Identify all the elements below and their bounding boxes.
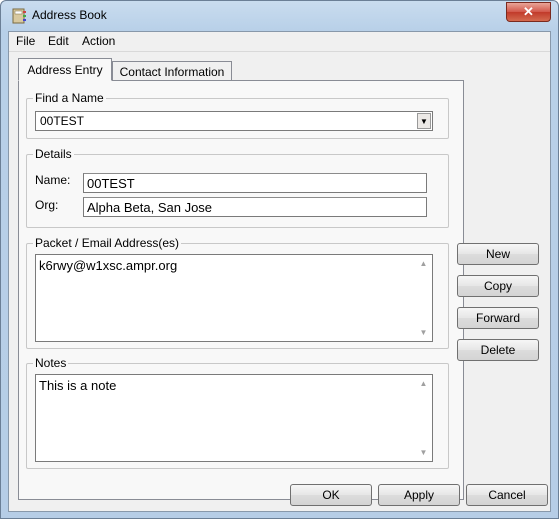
find-name-group: Find a Name 00TEST ▼ <box>26 91 449 139</box>
find-name-value: 00TEST <box>40 114 85 128</box>
notes-textarea[interactable]: This is a note ▲ ▼ <box>35 374 433 462</box>
packet-email-textarea[interactable]: k6rwy@w1xsc.ampr.org ▲ ▼ <box>35 254 433 342</box>
packet-email-group: Packet / Email Address(es) k6rwy@w1xsc.a… <box>26 236 449 349</box>
menu-action[interactable]: Action <box>82 34 115 48</box>
chevron-down-icon[interactable]: ▼ <box>417 113 431 129</box>
packet-scrollbar[interactable]: ▲ ▼ <box>416 256 431 340</box>
menu-file[interactable]: File <box>16 34 35 48</box>
notes-value: This is a note <box>39 378 117 393</box>
notes-group: Notes This is a note ▲ ▼ <box>26 356 449 469</box>
details-group: Details Name: 00TEST Org: Alpha Beta, Sa… <box>26 147 449 228</box>
packet-email-legend: Packet / Email Address(es) <box>33 236 182 250</box>
cancel-button[interactable]: Cancel <box>466 484 548 506</box>
org-label: Org: <box>35 198 59 212</box>
scroll-up-icon[interactable]: ▲ <box>418 258 429 269</box>
notes-scrollbar[interactable]: ▲ ▼ <box>416 376 431 460</box>
find-name-combobox[interactable]: 00TEST ▼ <box>35 111 433 131</box>
tab-label: Address Entry <box>27 62 103 77</box>
scroll-down-icon[interactable]: ▼ <box>418 447 429 458</box>
name-field-value: 00TEST <box>87 176 135 191</box>
close-button[interactable]: ✕ <box>506 2 551 22</box>
notes-legend: Notes <box>33 356 69 370</box>
org-field[interactable]: Alpha Beta, San Jose <box>83 197 427 217</box>
details-legend: Details <box>33 147 74 161</box>
tab-contact-information[interactable]: Contact Information <box>112 61 232 81</box>
menu-edit[interactable]: Edit <box>48 34 69 48</box>
scroll-up-icon[interactable]: ▲ <box>418 378 429 389</box>
address-book-icon <box>12 8 26 24</box>
org-field-value: Alpha Beta, San Jose <box>87 200 213 215</box>
menu-bar: File Edit Action <box>9 32 550 52</box>
client-area: File Edit Action Contact Information Fin… <box>8 31 551 512</box>
title-bar[interactable]: Address Book ✕ <box>1 1 558 31</box>
name-field[interactable]: 00TEST <box>83 173 427 193</box>
forward-button[interactable]: Forward <box>457 307 539 329</box>
copy-button[interactable]: Copy <box>457 275 539 297</box>
new-button[interactable]: New <box>457 243 539 265</box>
window-title: Address Book <box>32 8 107 22</box>
tab-label: Contact Information <box>119 64 225 79</box>
address-book-window: Address Book ✕ File Edit Action Contact … <box>0 0 559 519</box>
delete-button[interactable]: Delete <box>457 339 539 361</box>
name-label: Name: <box>35 173 71 187</box>
ok-button[interactable]: OK <box>290 484 372 506</box>
scroll-down-icon[interactable]: ▼ <box>418 327 429 338</box>
packet-email-value: k6rwy@w1xsc.ampr.org <box>39 258 178 273</box>
apply-button[interactable]: Apply <box>378 484 460 506</box>
tab-address-entry[interactable]: Address Entry <box>18 58 112 81</box>
close-icon: ✕ <box>523 4 534 19</box>
find-name-legend: Find a Name <box>33 91 106 105</box>
address-entry-panel: Find a Name 00TEST ▼ Details Name: 00TES… <box>18 80 464 500</box>
